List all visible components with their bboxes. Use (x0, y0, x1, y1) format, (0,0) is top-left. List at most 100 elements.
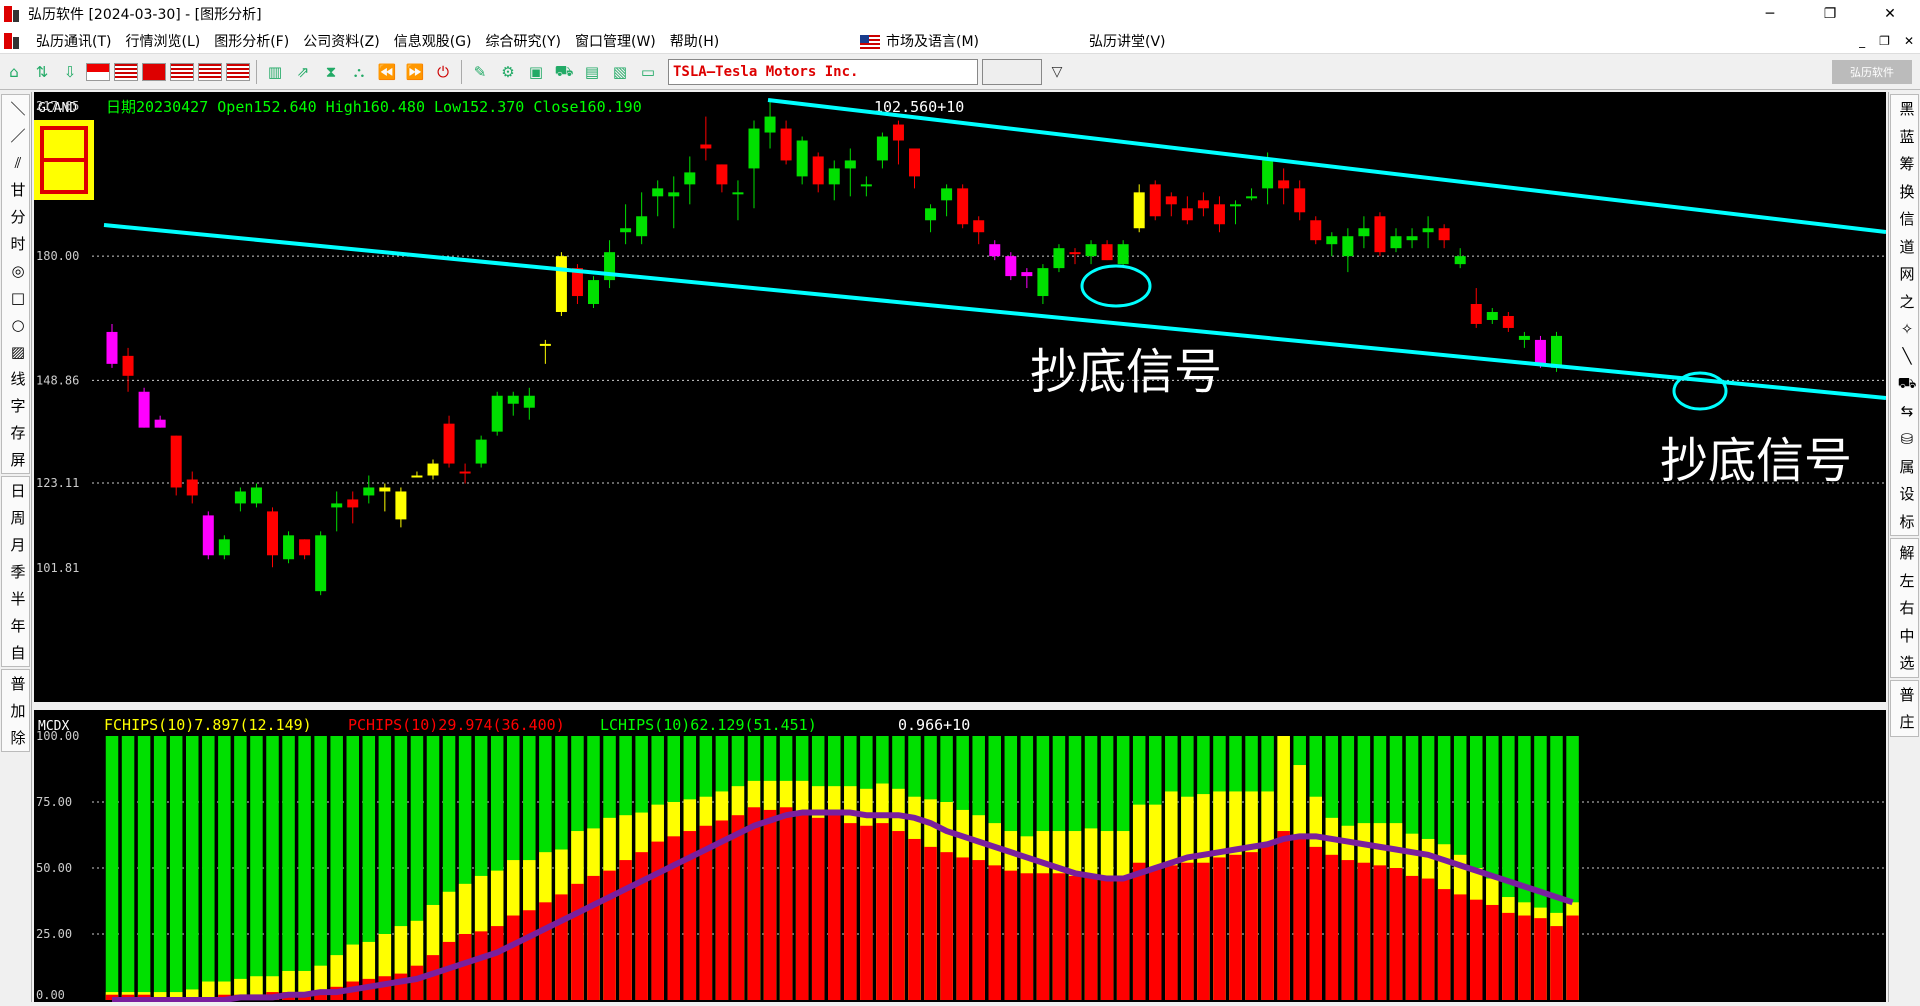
menu-item-help[interactable]: 帮助(H) (670, 31, 719, 51)
flag-us2-icon[interactable] (198, 62, 222, 81)
left-draw-tool-7[interactable]: □ (2, 284, 34, 311)
right-indicator-tool-13[interactable]: 属 (1891, 453, 1920, 481)
right-analysis-tool-2[interactable]: 右 (1891, 594, 1920, 622)
left-period-tool-2[interactable]: 月 (2, 531, 34, 558)
settings-icon[interactable]: ⚙ (494, 58, 522, 86)
maximize-button[interactable]: ❐ (1800, 0, 1860, 28)
right-indicator-tool-5[interactable]: 道 (1891, 233, 1920, 261)
close-button[interactable]: ✕ (1860, 0, 1920, 28)
menu-item-chart-analysis[interactable]: 图形分析(F) (214, 31, 289, 51)
left-draw-tool-0[interactable]: ＼ (2, 95, 34, 122)
left-draw-tool-13[interactable]: 屏 (2, 446, 34, 473)
right-analysis-tool-0[interactable]: 解 (1891, 539, 1920, 567)
left-draw-tool-4[interactable]: 分 (2, 203, 34, 230)
right-indicator-tool-14[interactable]: 设 (1891, 480, 1920, 508)
right-mode-tool-0[interactable]: 普 (1891, 681, 1920, 709)
right-indicator-tool-0[interactable]: 黑 (1891, 95, 1920, 123)
fast-forward-icon[interactable]: ⏩ (401, 58, 429, 86)
left-period-tool-6[interactable]: 自 (2, 639, 34, 666)
monitor-icon[interactable]: ▭ (634, 58, 662, 86)
left-draw-tool-3[interactable]: 甘 (2, 176, 34, 203)
flag-my-icon[interactable] (114, 62, 138, 81)
cart-icon[interactable]: ⛟ (550, 58, 578, 86)
mdi-minimize-button[interactable]: _ (1859, 34, 1865, 48)
left-draw-tool-6[interactable]: ◎ (2, 257, 34, 284)
right-indicator-tool-15[interactable]: 标 (1891, 508, 1920, 536)
flag-us3-icon[interactable] (226, 62, 250, 81)
left-draw-tool-5[interactable]: 时 (2, 230, 34, 257)
right-analysis-tool-4[interactable]: 选 (1891, 649, 1920, 677)
folder-icon[interactable]: ▤ (578, 58, 606, 86)
left-draw-tool-9[interactable]: ▨ (2, 338, 34, 365)
right-indicator-tool-3[interactable]: 换 (1891, 178, 1920, 206)
left-draw-tool-11[interactable]: 字 (2, 392, 34, 419)
sync-icon[interactable]: ⇅ (28, 58, 56, 86)
rewind-icon[interactable]: ⏪ (373, 58, 401, 86)
menu-item-comms[interactable]: 弘历通讯(T) (36, 31, 111, 51)
menu-item-company-info[interactable]: 公司资料(Z) (303, 31, 380, 51)
menu-item-lecture[interactable]: 弘历讲堂(V) (1089, 31, 1166, 51)
right-mode-tool-1[interactable]: 庄 (1891, 708, 1920, 736)
right-indicator-tool-7[interactable]: 之 (1891, 288, 1920, 316)
draw-icon[interactable]: ✎ (466, 58, 494, 86)
open-folder-icon[interactable]: ▧ (606, 58, 634, 86)
menu-item-market-lang[interactable]: 市场及语言(M) (860, 31, 979, 51)
right-indicator-tool-8[interactable]: ✧ (1891, 315, 1920, 343)
left-period-tool-5[interactable]: 年 (2, 612, 34, 639)
mcdx-red-bar (828, 815, 841, 1000)
export-icon[interactable]: ⇗ (289, 58, 317, 86)
menu-item-research[interactable]: 综合研究(Y) (486, 31, 561, 51)
main-chart-svg[interactable]: GCAND 日期20230427 Open152.640 High160.480… (34, 92, 1887, 702)
candle-body (443, 423, 455, 464)
left-period-tool-4[interactable]: 半 (2, 585, 34, 612)
flag-hk-icon[interactable] (142, 62, 166, 81)
right-indicator-tool-2[interactable]: 筹 (1891, 150, 1920, 178)
menu-item-window[interactable]: 窗口管理(W) (575, 31, 656, 51)
flag-us-icon[interactable] (170, 62, 194, 81)
right-indicator-tool-10[interactable]: ⛟ (1891, 370, 1920, 398)
left-period-tool-3[interactable]: 季 (2, 558, 34, 585)
mcdx-red-bar (1181, 862, 1194, 1000)
left-adjust-tool-2[interactable]: 除 (2, 724, 34, 751)
minimize-button[interactable]: ─ (1740, 0, 1800, 28)
right-indicator-tool-6[interactable]: 网 (1891, 260, 1920, 288)
left-adjust-tool-0[interactable]: 普 (2, 670, 34, 697)
right-indicator-tool-11[interactable]: ⇆ (1891, 398, 1920, 426)
right-indicator-tool-12[interactable]: ⛁ (1891, 425, 1920, 453)
bar-chart-icon[interactable]: ▥ (261, 58, 289, 86)
left-draw-tool-1[interactable]: ／ (2, 122, 34, 149)
left-adjust-tool-1[interactable]: 加 (2, 697, 34, 724)
main-chart-panel[interactable]: GCAND 日期20230427 Open152.640 High160.480… (34, 92, 1887, 702)
right-analysis-tool-1[interactable]: 左 (1891, 567, 1920, 595)
dropdown-icon[interactable]: ▽ (1042, 59, 1072, 85)
right-indicator-tool-1[interactable]: 蓝 (1891, 123, 1920, 151)
network-icon[interactable]: ⛬ (345, 58, 373, 86)
mdi-restore-button[interactable]: ❐ (1879, 34, 1890, 48)
left-draw-tool-12[interactable]: 存 (2, 419, 34, 446)
mcdx-red-bar (539, 902, 552, 1000)
right-indicator-tool-4[interactable]: 信 (1891, 205, 1920, 233)
home-icon[interactable]: ⌂ (0, 58, 28, 86)
right-analysis-tool-3[interactable]: 中 (1891, 622, 1920, 650)
left-period-tool-1[interactable]: 周 (2, 504, 34, 531)
power-icon[interactable]: ⏻ (429, 58, 457, 86)
mdi-close-button[interactable]: ✕ (1904, 34, 1914, 48)
symbol-input[interactable]: TSLA—Tesla Motors Inc. (668, 58, 978, 85)
left-draw-tool-10[interactable]: 线 (2, 365, 34, 392)
mcdx-chart-svg[interactable]: MCDX FCHIPS(10)7.897(12.149) PCHIPS(10)2… (34, 710, 1886, 1003)
menu-item-info[interactable]: 信息观股(G) (394, 31, 472, 51)
symbol-extra-field[interactable] (982, 58, 1042, 85)
frame-icon[interactable]: ▣ (522, 58, 550, 86)
menu-item-quotes[interactable]: 行情浏览(L) (125, 31, 200, 51)
y-tick-label: 101.81 (36, 561, 79, 575)
left-period-tool-0[interactable]: 日 (2, 477, 34, 504)
hourglass-icon[interactable]: ⧗ (317, 58, 345, 86)
mcdx-panel[interactable]: MCDX FCHIPS(10)7.897(12.149) PCHIPS(10)2… (34, 710, 1886, 1003)
left-draw-tool-8[interactable]: ○ (2, 311, 34, 338)
left-draw-tool-2[interactable]: ⫽ (2, 149, 34, 176)
candle-body (1406, 236, 1418, 241)
flag-sg-icon[interactable] (86, 62, 110, 81)
mcdx-green-bar (234, 736, 247, 1000)
right-indicator-tool-9[interactable]: ╲ (1891, 343, 1920, 371)
download-icon[interactable]: ⇩ (56, 58, 84, 86)
